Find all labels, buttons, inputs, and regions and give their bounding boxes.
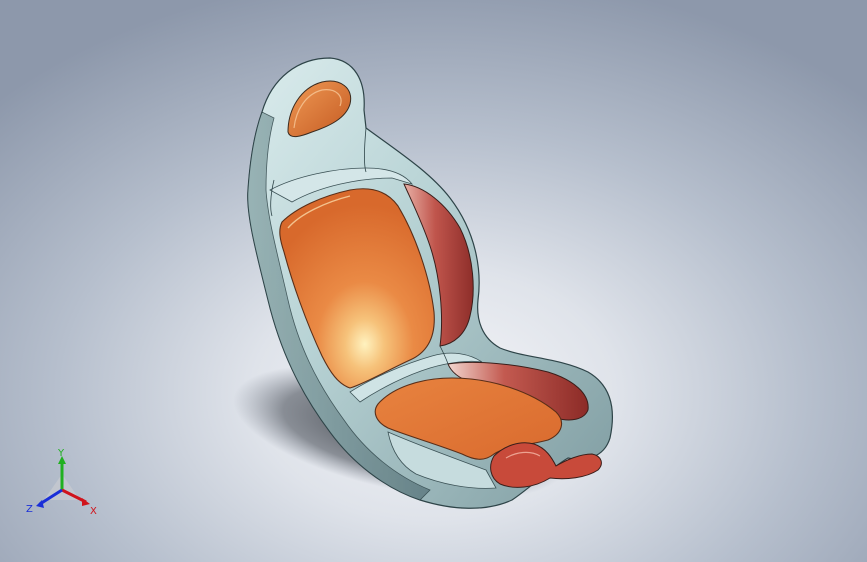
y-axis-label: Y <box>57 448 65 459</box>
graphics-viewport[interactable]: Y X Z <box>0 0 867 562</box>
x-arrowhead <box>82 498 90 506</box>
seat-model[interactable] <box>0 0 867 562</box>
view-orientation-triad[interactable]: Y X Z <box>26 448 104 520</box>
x-axis-label: X <box>90 506 97 517</box>
z-axis-label: Z <box>26 504 33 515</box>
